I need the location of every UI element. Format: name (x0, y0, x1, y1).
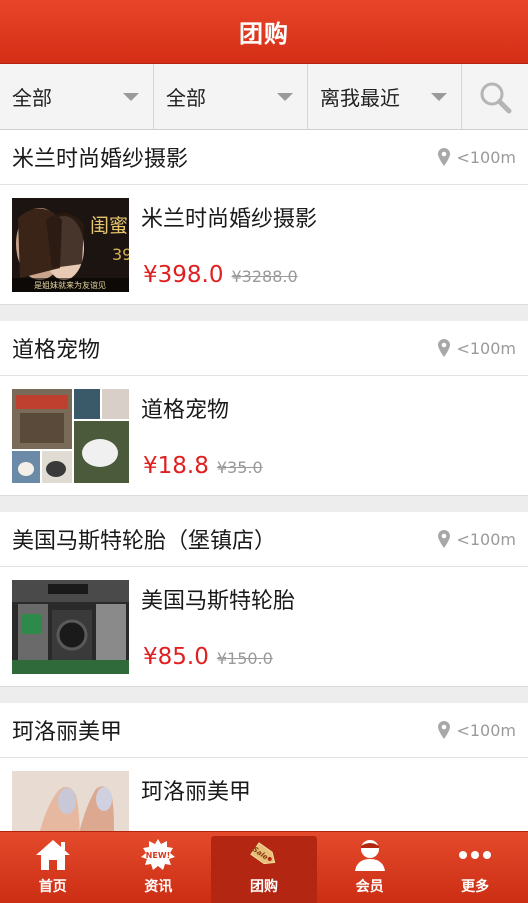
deal-price: ¥398.0 (143, 262, 224, 288)
news-badge: NEW! (146, 851, 171, 860)
tab-label: 更多 (461, 879, 490, 895)
deal-thumbnail (12, 580, 129, 674)
distance-value: <100m (456, 720, 516, 740)
product-name: 珂洛丽美甲 (141, 780, 252, 805)
product-name: 米兰时尚婚纱摄影 (141, 207, 318, 232)
tab-label: 团购 (249, 879, 278, 895)
distance: <100m (438, 530, 516, 549)
member-icon (354, 840, 385, 871)
home-icon (35, 840, 70, 870)
category-filter[interactable]: 全部 (0, 64, 154, 129)
location-pin-icon (438, 339, 451, 357)
svg-text:39: 39 (112, 245, 129, 264)
tab-home[interactable]: 首页 (0, 832, 106, 903)
product-name: 美国马斯特轮胎 (141, 589, 296, 614)
news-icon: NEW! (141, 839, 176, 870)
product-name: 道格宠物 (141, 398, 230, 423)
deal-card[interactable]: 美国马斯特轮胎（堡镇店） <100m 美国马斯特轮胎 ¥85.0 ¥150.0 (0, 512, 528, 687)
chevron-down-icon (123, 93, 139, 101)
original-price: ¥150.0 (216, 649, 273, 668)
deal-thumbnail (12, 389, 129, 483)
location-pin-icon (438, 721, 451, 739)
search-button[interactable] (462, 64, 528, 129)
area-filter[interactable]: 全部 (154, 64, 308, 129)
more-icon (459, 851, 492, 859)
original-price: ¥35.0 (216, 458, 263, 477)
distance: <100m (438, 339, 516, 358)
deal-price: ¥18.8 (143, 453, 209, 479)
category-filter-label: 全部 (12, 86, 52, 110)
shop-name: 米兰时尚婚纱摄影 (12, 147, 189, 172)
shop-name: 道格宠物 (12, 338, 101, 363)
deal-thumbnail: 闺蜜 39 是姐妹就来为友谊见 (12, 198, 129, 292)
deal-card[interactable]: 米兰时尚婚纱摄影 <100m 闺蜜 39 是姐妹就来为友谊见 米兰时尚婚纱摄影 … (0, 130, 528, 305)
tab-group-buy[interactable]: Sale 团购 (211, 836, 317, 903)
chevron-down-icon (431, 93, 447, 101)
deal-body[interactable]: 美国马斯特轮胎 ¥85.0 ¥150.0 (0, 567, 528, 686)
thumb-caption: 是姐妹就来为友谊见 (34, 280, 106, 290)
shop-name: 珂洛丽美甲 (12, 720, 123, 745)
deal-card[interactable]: 道格宠物 <100m 道格宠物 ¥18.8 ¥35.0 (0, 321, 528, 496)
deal-list: 米兰时尚婚纱摄影 <100m 闺蜜 39 是姐妹就来为友谊见 米兰时尚婚纱摄影 … (0, 130, 528, 894)
shop-header[interactable]: 珂洛丽美甲 <100m (0, 703, 528, 758)
distance: <100m (438, 148, 516, 167)
tab-news[interactable]: NEW! 资讯 (106, 832, 212, 903)
location-pin-icon (438, 530, 451, 548)
shop-header[interactable]: 米兰时尚婚纱摄影 <100m (0, 130, 528, 185)
search-icon (480, 82, 512, 113)
bottom-tab-bar: 首页 NEW! 资讯 Sale 团购 会员 更多 (0, 831, 528, 903)
chevron-down-icon (277, 93, 293, 101)
tab-label: 会员 (355, 879, 384, 895)
area-filter-label: 全部 (166, 86, 206, 110)
tab-member[interactable]: 会员 (317, 832, 423, 903)
distance-value: <100m (456, 529, 516, 549)
filter-bar: 全部 全部 离我最近 (0, 64, 528, 130)
sort-filter[interactable]: 离我最近 (308, 64, 462, 129)
shop-header[interactable]: 美国马斯特轮胎（堡镇店） <100m (0, 512, 528, 567)
distance-value: <100m (456, 338, 516, 358)
sort-filter-label: 离我最近 (320, 86, 400, 110)
tab-more[interactable]: 更多 (422, 832, 528, 903)
thumb-title: 闺蜜 (90, 215, 128, 237)
shop-name: 美国马斯特轮胎（堡镇店） (12, 529, 277, 554)
original-price: ¥3288.0 (231, 267, 298, 286)
page-title: 团购 (239, 20, 289, 48)
app-header: 团购 (0, 0, 528, 64)
tab-label: 资讯 (144, 879, 173, 895)
sale-tag-icon: Sale (250, 842, 276, 865)
distance-value: <100m (456, 147, 516, 167)
deal-price: ¥85.0 (143, 644, 209, 670)
shop-header[interactable]: 道格宠物 <100m (0, 321, 528, 376)
distance: <100m (438, 721, 516, 740)
deal-body[interactable]: 闺蜜 39 是姐妹就来为友谊见 米兰时尚婚纱摄影 ¥398.0 ¥3288.0 (0, 185, 528, 304)
tab-label: 首页 (38, 879, 67, 895)
location-pin-icon (438, 148, 451, 166)
deal-body[interactable]: 道格宠物 ¥18.8 ¥35.0 (0, 376, 528, 495)
